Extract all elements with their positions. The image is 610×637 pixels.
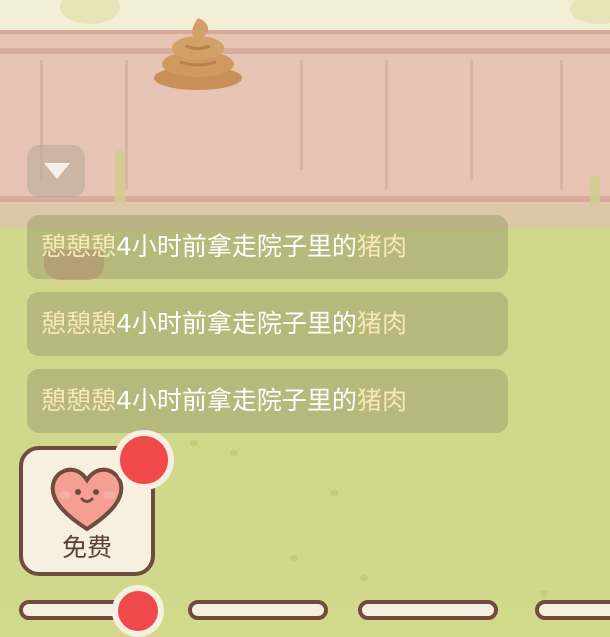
notification-item: 憩憩憩4小时前拿走院子里的猪肉	[27, 292, 508, 356]
grass-tuft	[290, 555, 298, 561]
notification-badge	[114, 430, 174, 490]
collapse-button[interactable]	[27, 145, 85, 197]
notification-text: 4小时前拿走院子里的	[116, 309, 357, 338]
notification-text: 4小时前拿走院子里的	[116, 386, 357, 415]
grass-tuft	[330, 490, 338, 496]
notification-item: 憩憩憩4小时前拿走院子里的猪肉	[27, 215, 508, 279]
bottom-menu-tile[interactable]	[188, 600, 328, 620]
notification-badge	[112, 585, 164, 637]
grass-tuft	[230, 450, 238, 456]
notification-item: 憩憩憩4小时前拿走院子里的猪肉	[27, 369, 508, 433]
notification-item-name: 猪肉	[356, 386, 407, 415]
fence-plank	[300, 60, 303, 170]
notification-item-name: 猪肉	[356, 232, 407, 261]
fence-plank	[560, 60, 563, 190]
free-gift-label: 免费	[61, 533, 112, 562]
notification-actor: 憩憩憩	[41, 309, 117, 338]
fence-rail	[0, 196, 610, 202]
grass-tuft	[360, 575, 368, 581]
notification-text: 4小时前拿走院子里的	[116, 232, 357, 261]
bottom-menu-tile[interactable]	[358, 600, 498, 620]
notification-actor: 憩憩憩	[41, 386, 117, 415]
fence-plank	[125, 60, 128, 190]
heart-face-icon	[50, 467, 124, 532]
fence-rail	[0, 48, 610, 54]
fence-plank	[470, 60, 473, 180]
grass-tuft	[540, 590, 548, 596]
notification-actor: 憩憩憩	[41, 232, 117, 261]
poop-icon[interactable]	[152, 12, 244, 90]
fence	[0, 30, 610, 234]
triangle-down-icon	[44, 163, 70, 179]
grass-tuft	[190, 440, 198, 446]
fence-plank	[385, 60, 388, 190]
bottom-menu-tile[interactable]	[535, 600, 610, 620]
notification-item-name: 猪肉	[356, 309, 407, 338]
